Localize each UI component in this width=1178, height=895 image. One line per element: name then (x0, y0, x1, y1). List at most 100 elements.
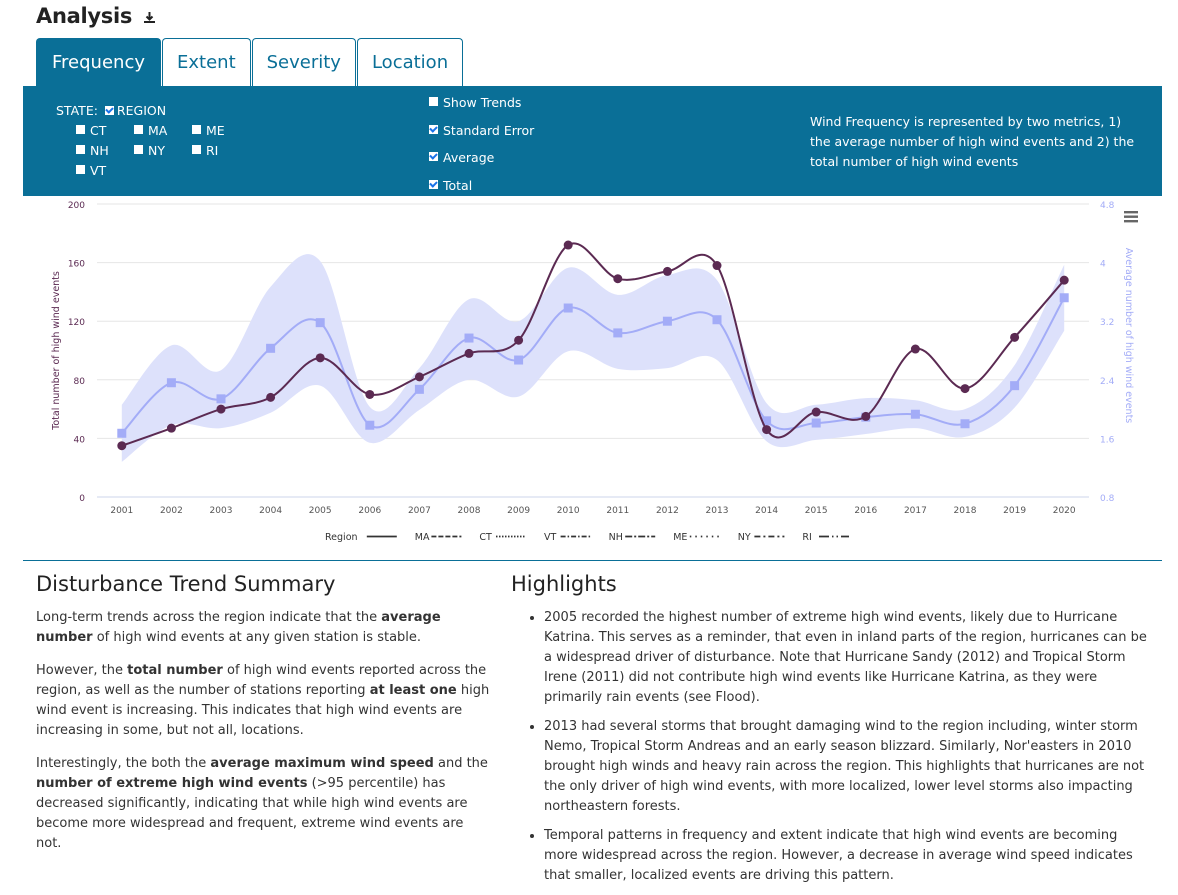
legend-label-region: Region (325, 532, 358, 543)
state-checkbox-nh[interactable]: NH (76, 143, 134, 158)
legend-label-nh: NH (609, 532, 623, 543)
emphasis-text: average maximum wind speed (210, 756, 434, 771)
standard-error-band (121, 254, 1065, 462)
legend-label-vt: VT (544, 532, 556, 543)
highlights: Highlights 2005 recorded the highest num… (511, 574, 1151, 895)
option-show-trends[interactable]: Show Trends (429, 95, 534, 110)
total-point-2005 (315, 353, 325, 363)
total-point-2020 (1059, 275, 1069, 285)
x-tick-label: 2017 (904, 506, 927, 516)
checkbox-icon[interactable] (429, 124, 438, 134)
checkbox-icon[interactable] (134, 145, 143, 154)
emphasis-text: total number (127, 663, 223, 678)
download-icon[interactable] (143, 5, 156, 29)
y-tick-label: 160 (68, 260, 85, 270)
legend-label-ny: NY (738, 532, 751, 543)
total-point-2003 (216, 404, 226, 414)
x-tick-label: 2016 (854, 506, 877, 516)
y-right-axis-title: Average number of high wind events (1123, 248, 1134, 424)
checkbox-icon[interactable] (429, 152, 438, 161)
y-tick-label: 0 (79, 494, 85, 504)
display-options: Show Trends Standard Error Average Total (429, 95, 534, 205)
y-right-tick-label: 1.6 (1100, 435, 1115, 445)
option-label: Total (443, 177, 473, 193)
x-tick-label: 2009 (507, 506, 530, 516)
x-tick-label: 2001 (110, 506, 133, 516)
legend-label-ma: MA (415, 532, 430, 543)
checkbox-icon[interactable] (76, 165, 85, 174)
state-checkbox-ct[interactable]: CT (76, 123, 134, 138)
y-axis-title: Total number of high wind events (51, 271, 62, 431)
option-total[interactable]: Total (429, 178, 534, 193)
checkbox-icon[interactable] (429, 97, 438, 106)
total-point-2015 (811, 407, 821, 417)
highlights-heading: Highlights (511, 572, 617, 596)
state-label-ny: NY (148, 143, 165, 158)
highlight-item: Temporal patterns in frequency and exten… (544, 826, 1151, 886)
legend-label-ct: CT (479, 532, 492, 543)
option-label: Show Trends (443, 95, 522, 110)
option-standard-error[interactable]: Standard Error (429, 123, 534, 138)
x-tick-label: 2018 (954, 506, 977, 516)
region-checkbox[interactable]: REGION (102, 103, 166, 118)
tab-severity[interactable]: Severity (251, 38, 356, 86)
x-tick-label: 2012 (656, 506, 679, 516)
checkbox-icon[interactable] (192, 125, 201, 134)
state-checkbox-ma[interactable]: MA (134, 123, 192, 138)
tab-location[interactable]: Location (356, 38, 464, 86)
chart-menu-button[interactable] (1124, 208, 1138, 227)
y-tick-label: 200 (68, 201, 85, 211)
average-point-2020 (1059, 293, 1069, 303)
y-tick-label: 40 (74, 435, 86, 445)
y-right-tick-label: 2.4 (1100, 377, 1115, 387)
checkbox-icon[interactable] (192, 145, 201, 154)
option-average[interactable]: Average (429, 150, 534, 165)
average-point-2017 (910, 409, 920, 419)
checkbox-icon[interactable] (76, 145, 85, 154)
highlight-item: 2013 had several storms that brought dam… (544, 717, 1151, 817)
state-checkbox-ny[interactable]: NY (134, 143, 192, 158)
hamburger-icon[interactable] (1124, 211, 1138, 223)
total-point-2006 (365, 389, 375, 399)
x-tick-label: 2019 (1003, 506, 1026, 516)
average-point-2010 (563, 303, 573, 313)
trend-summary: Disturbance Trend Summary Long-term tren… (36, 574, 491, 867)
state-checkbox-ri[interactable]: RI (192, 143, 250, 158)
tab-frequency[interactable]: Frequency (36, 38, 161, 86)
body-text: and the (433, 756, 488, 771)
x-tick-label: 2015 (805, 506, 828, 516)
average-point-2011 (613, 328, 623, 338)
tab-bar: Frequency Extent Severity Location (36, 38, 464, 86)
x-tick-label: 2006 (358, 506, 381, 516)
info-text: Wind Frequency is represented by two met… (810, 114, 1135, 169)
tab-extent[interactable]: Extent (162, 38, 251, 86)
state-label-ri: RI (206, 143, 219, 158)
region-label: REGION (116, 103, 167, 118)
checkbox-icon[interactable] (134, 125, 143, 134)
total-point-2016 (861, 411, 871, 421)
legend-label-me: ME (673, 532, 687, 543)
average-point-2002 (166, 378, 176, 388)
state-checkbox-me[interactable]: ME (192, 123, 250, 138)
average-point-2012 (662, 316, 672, 326)
x-tick-label: 2014 (755, 506, 778, 516)
checkbox-icon[interactable] (76, 125, 85, 134)
checkbox-icon[interactable] (429, 179, 438, 189)
x-tick-label: 2002 (160, 506, 183, 516)
body-text: Long-term trends across the region indic… (36, 610, 382, 625)
page-title: Analysis (36, 4, 156, 29)
average-point-2019 (1010, 381, 1020, 391)
x-tick-label: 2011 (606, 506, 629, 516)
average-point-2007 (414, 384, 424, 394)
x-tick-label: 2003 (210, 506, 233, 516)
state-checkbox-vt[interactable]: VT (76, 163, 134, 178)
state-label-vt: VT (90, 163, 107, 178)
option-label: Standard Error (443, 122, 535, 138)
x-tick-label: 2005 (309, 506, 332, 516)
average-point-2004 (266, 343, 276, 353)
total-point-2008 (464, 348, 474, 358)
x-tick-label: 2010 (557, 506, 580, 516)
checkbox-icon[interactable] (104, 106, 114, 115)
y-right-tick-label: 3.2 (1100, 318, 1114, 328)
state-label-me: ME (206, 123, 225, 138)
